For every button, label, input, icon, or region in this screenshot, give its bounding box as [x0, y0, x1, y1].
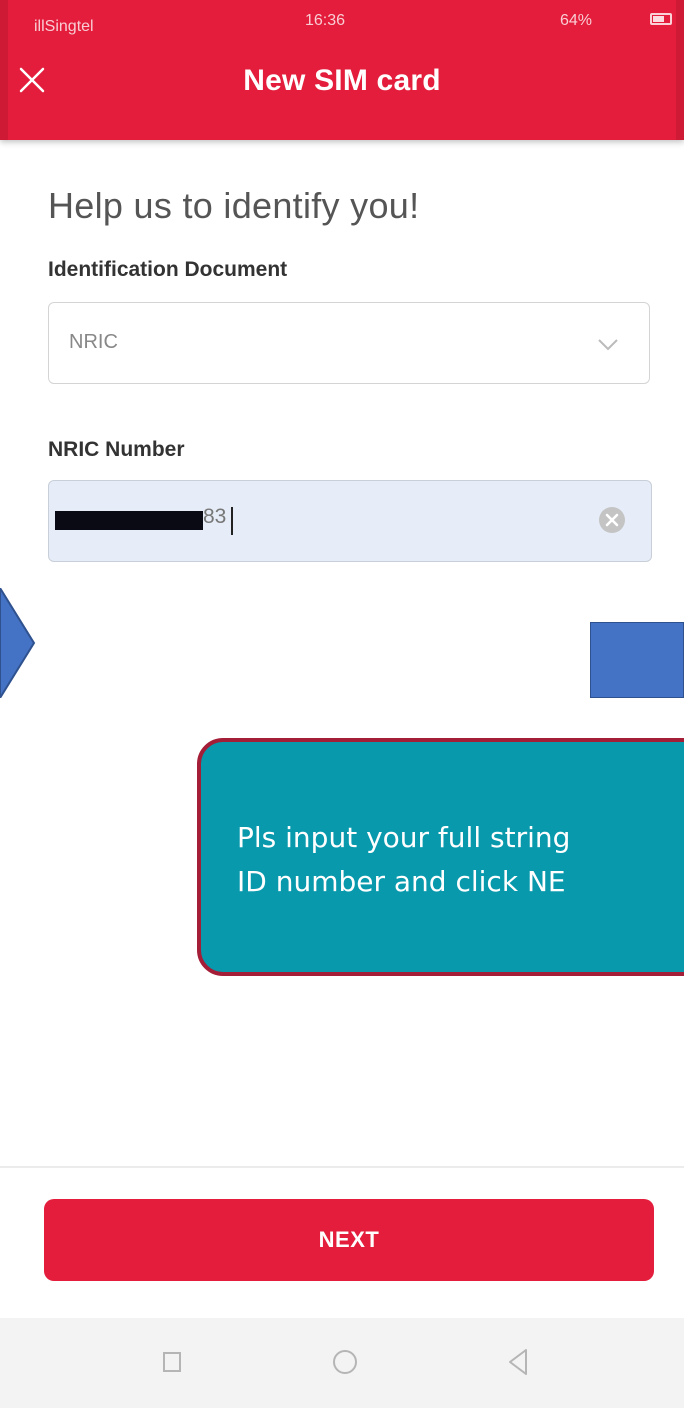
form-heading: Help us to identify you!: [48, 185, 420, 226]
chevron-down-icon: [598, 339, 618, 351]
nav-home-icon[interactable]: [323, 1340, 367, 1384]
instruction-callout: Pls input your full string ID number and…: [197, 738, 684, 976]
callout-line-2: ID number and click NE: [237, 865, 566, 898]
highlight-rectangle: [590, 622, 684, 698]
text-caret: [231, 507, 233, 535]
redaction-bar: [55, 511, 203, 530]
page-title: New SIM card: [243, 64, 441, 97]
identification-document-select[interactable]: NRIC: [48, 302, 650, 384]
input-value: 83: [203, 505, 227, 528]
status-carrier: illSingtel: [18, 18, 94, 35]
identification-document-label: Identification Document: [48, 258, 288, 281]
footer-divider: [0, 1166, 684, 1168]
next-button[interactable]: NEXT: [44, 1199, 654, 1281]
clear-icon[interactable]: [595, 503, 629, 537]
status-time: 16:36: [305, 12, 346, 29]
callout-text: Pls input your full string ID number and…: [237, 816, 684, 904]
app-screen: illSingtel 16:36 64% New SIM card Help u…: [0, 0, 684, 1408]
app-header: illSingtel 16:36 64% New SIM card: [0, 0, 684, 140]
nav-back-icon[interactable]: [496, 1340, 540, 1384]
status-bar: illSingtel 16:36 64%: [0, 0, 684, 40]
callout-line-1: Pls input your full string: [237, 821, 571, 854]
status-battery: 64%: [560, 12, 593, 29]
select-value: NRIC: [69, 331, 118, 353]
android-nav-bar: [0, 1318, 684, 1408]
nric-number-label: NRIC Number: [48, 438, 185, 461]
nav-recents-icon[interactable]: [150, 1340, 194, 1384]
nric-number-input[interactable]: 83: [48, 480, 652, 562]
arrow-pointer-shape: [0, 588, 36, 698]
battery-icon: [650, 13, 672, 25]
